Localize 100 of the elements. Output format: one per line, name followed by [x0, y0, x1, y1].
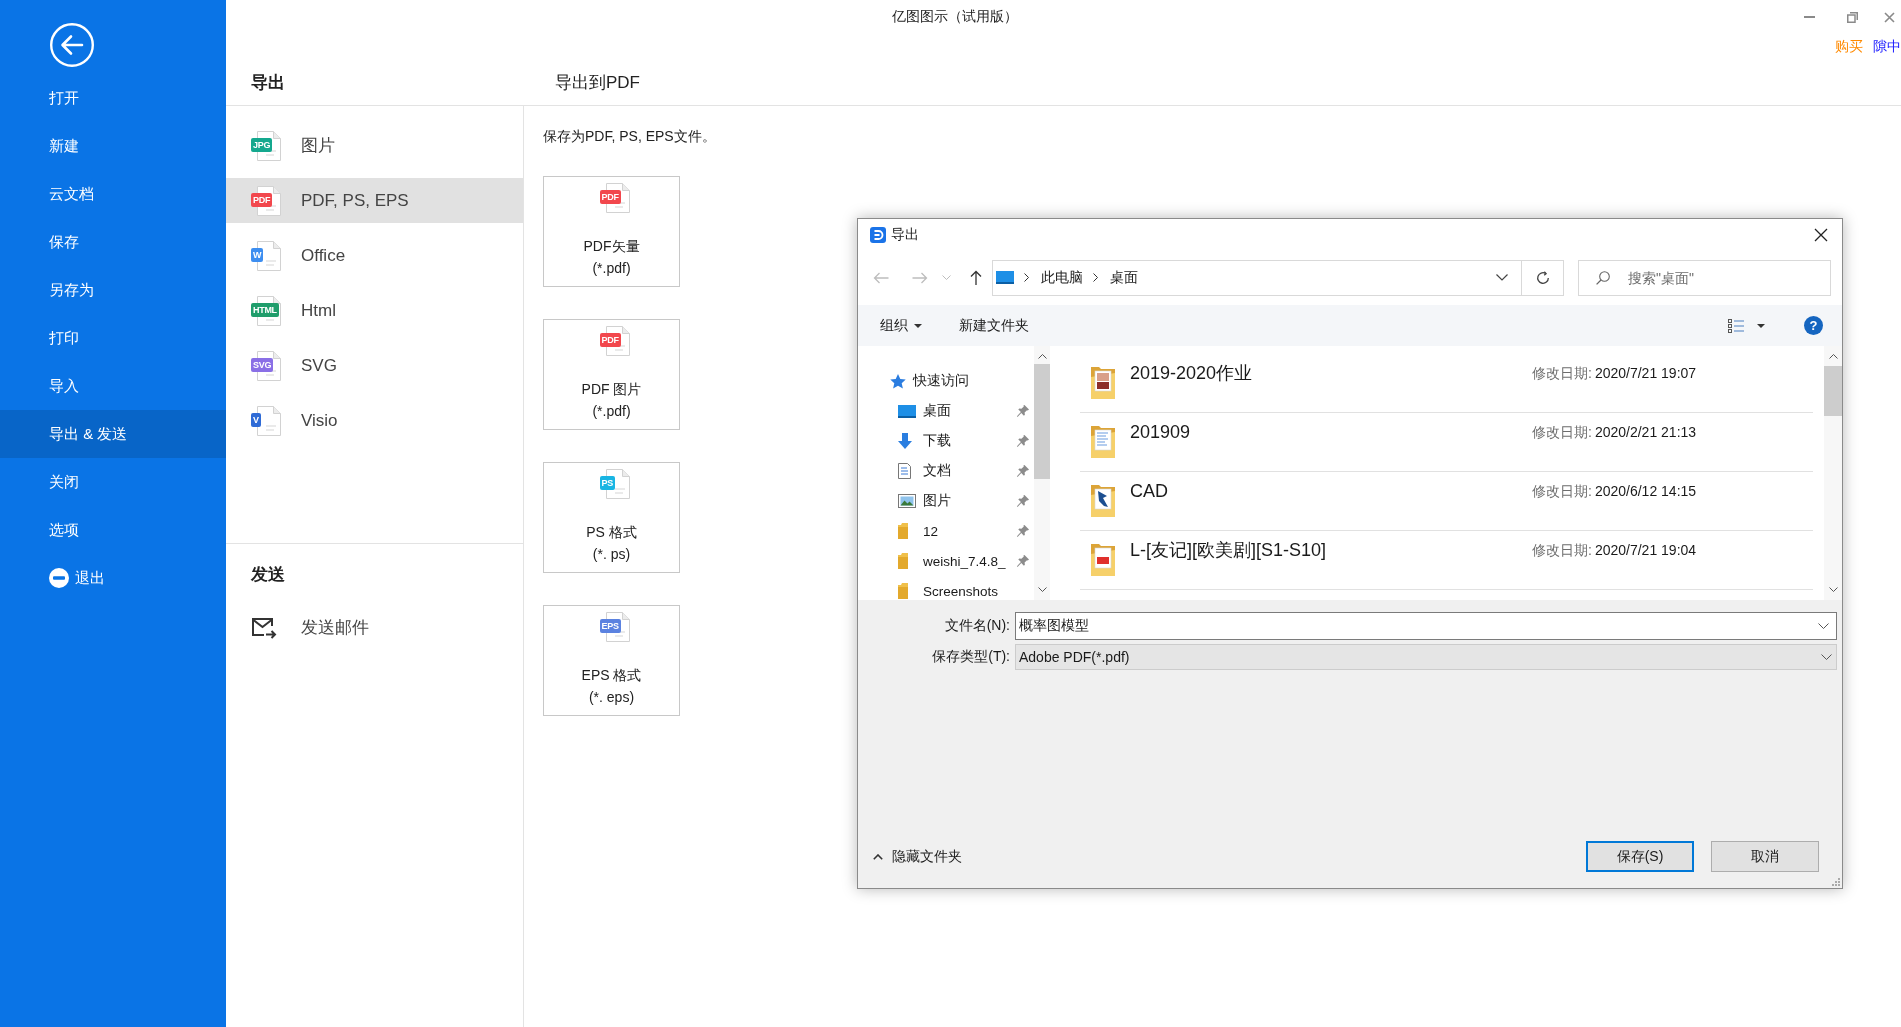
monitor-icon — [996, 271, 1014, 284]
breadcrumb-item[interactable]: 此电脑 — [1041, 268, 1083, 287]
chevron-down-icon[interactable] — [1496, 274, 1508, 281]
restore-icon[interactable] — [1847, 11, 1858, 23]
menu-item[interactable]: 云文档 — [0, 170, 226, 218]
forward-arrow-icon[interactable] — [912, 271, 928, 284]
format-option-card[interactable]: PS PS 格式 (*. ps) — [543, 462, 680, 573]
dialog-button[interactable]: 保存(S) — [1586, 841, 1694, 872]
format-option-card[interactable]: EPS EPS 格式 (*. eps) — [543, 605, 680, 716]
folder-name[interactable]: 201909 — [1130, 420, 1532, 444]
up-arrow-icon[interactable] — [970, 270, 982, 285]
details-view-icon[interactable] — [1728, 318, 1744, 333]
refresh-icon — [1535, 270, 1550, 285]
chevron-down-icon — [1821, 654, 1832, 660]
format-badge: EPS — [599, 619, 621, 633]
scroll-up-icon[interactable] — [1828, 354, 1838, 359]
folder-icon — [898, 523, 908, 539]
format-item[interactable]: HTML Html — [226, 288, 523, 333]
pin-icon[interactable] — [1017, 405, 1029, 417]
pin-icon[interactable] — [1017, 435, 1029, 447]
format-item[interactable]: PDF PDF, PS, EPS — [226, 178, 523, 223]
menu-item[interactable]: 打印 — [0, 314, 226, 362]
menu-item[interactable]: 打开 — [0, 74, 226, 122]
file-name-field[interactable]: 概率图模型 — [1015, 612, 1837, 640]
minus-circle-icon — [49, 568, 69, 588]
format-badge: PDF — [599, 190, 621, 204]
scroll-down-icon[interactable] — [1828, 587, 1838, 592]
star-icon — [890, 373, 906, 389]
help-button[interactable]: ? — [1804, 316, 1823, 335]
date-label: 修改日期: — [1532, 423, 1592, 442]
app-logo-icon — [870, 226, 886, 243]
nav-item[interactable]: weishi_7.4.8_ — [923, 553, 1006, 569]
pin-icon[interactable] — [1017, 495, 1029, 507]
folder-name[interactable]: CAD — [1130, 479, 1532, 503]
format-item[interactable]: W Office — [226, 233, 523, 278]
nav-item[interactable]: 桌面 — [923, 402, 951, 420]
folder-name[interactable]: 2019-2020作业 — [1130, 361, 1532, 385]
nav-item[interactable]: 图片 — [923, 492, 951, 510]
dialog-button[interactable]: 取消 — [1711, 841, 1819, 872]
scrollbar[interactable] — [1034, 346, 1050, 600]
nav-item[interactable]: 文档 — [923, 462, 951, 480]
description: 保存为PDF, PS, EPS文件。 — [543, 128, 716, 144]
nav-item[interactable]: 12 — [923, 523, 939, 539]
format-badge: V — [251, 412, 261, 427]
file-type-dropdown[interactable]: Adobe PDF(*.pdf) — [1015, 644, 1837, 670]
send-item[interactable]: 发送邮件 — [226, 605, 523, 650]
folder-icon — [898, 553, 908, 569]
scrollbar[interactable] — [1824, 346, 1842, 600]
resize-grip-icon[interactable] — [1831, 877, 1840, 886]
field-label: 文件名(N): — [944, 617, 1010, 633]
format-badge: PDF — [599, 333, 621, 347]
hide-folders-toggle[interactable]: 隐藏文件夹 — [873, 847, 962, 866]
mail-send-icon — [251, 616, 277, 639]
format-item[interactable]: JPG 图片 — [226, 123, 523, 168]
address-bar[interactable]: 此电脑 桌面 — [992, 259, 1522, 296]
breadcrumb-item[interactable]: 桌面 — [1110, 268, 1138, 287]
pin-icon[interactable] — [1017, 525, 1029, 537]
header-link[interactable]: 隙中 — [1873, 38, 1901, 56]
refresh-button[interactable] — [1522, 259, 1564, 296]
section-heading: 发送 — [251, 565, 285, 584]
nav-item[interactable]: Screenshots — [923, 583, 999, 599]
format-item[interactable]: V Visio — [226, 398, 523, 443]
close-icon[interactable] — [1814, 227, 1828, 242]
menu-item[interactable]: 另存为 — [0, 266, 226, 314]
menu-item[interactable]: 保存 — [0, 218, 226, 266]
format-option-card[interactable]: PDF PDF矢量 (*.pdf) — [543, 176, 680, 287]
scroll-thumb[interactable] — [1824, 366, 1842, 416]
chevron-down-icon[interactable] — [1818, 623, 1829, 629]
toolbar-button[interactable]: 组织 — [880, 316, 922, 335]
pin-icon[interactable] — [1017, 465, 1029, 477]
format-badge: PS — [599, 476, 615, 490]
nav-item[interactable]: 快速访问 — [913, 372, 969, 390]
folder-icon — [1090, 364, 1116, 400]
monitor-icon — [898, 404, 916, 418]
menu-item[interactable]: 选项 — [0, 506, 226, 554]
menu-item[interactable]: 关闭 — [0, 458, 226, 506]
folder-name[interactable]: L-[友记][欧美剧][S1-S10] — [1130, 538, 1532, 562]
field-label: 保存类型(T): — [932, 648, 1010, 664]
search-field[interactable]: 搜索"桌面" — [1578, 259, 1831, 296]
nav-item[interactable]: 下载 — [923, 432, 951, 450]
scroll-thumb[interactable] — [1034, 364, 1050, 479]
document-icon — [898, 463, 911, 479]
dialog-title: 导出 — [891, 225, 919, 244]
pin-icon[interactable] — [1017, 555, 1029, 567]
toolbar-button[interactable]: 新建文件夹 — [959, 316, 1029, 335]
menu-item[interactable]: 退出 — [0, 554, 226, 602]
chevron-up-icon — [873, 853, 883, 860]
menu-item[interactable]: 新建 — [0, 122, 226, 170]
format-item[interactable]: SVG SVG — [226, 343, 523, 388]
format-badge: W — [251, 247, 264, 262]
scroll-up-icon[interactable] — [1037, 354, 1047, 359]
caret-down-icon[interactable] — [1757, 323, 1765, 328]
format-option-card[interactable]: PDF PDF 图片 (*.pdf) — [543, 319, 680, 430]
format-badge: SVG — [251, 357, 274, 372]
chevron-right-icon — [1024, 273, 1029, 282]
scroll-down-icon[interactable] — [1037, 587, 1047, 592]
menu-item[interactable]: 导入 — [0, 362, 226, 410]
modified-date: 2020/7/21 19:07 — [1594, 364, 1697, 383]
picture-icon — [898, 494, 916, 508]
menu-item[interactable]: 导出 & 发送 — [0, 410, 226, 458]
